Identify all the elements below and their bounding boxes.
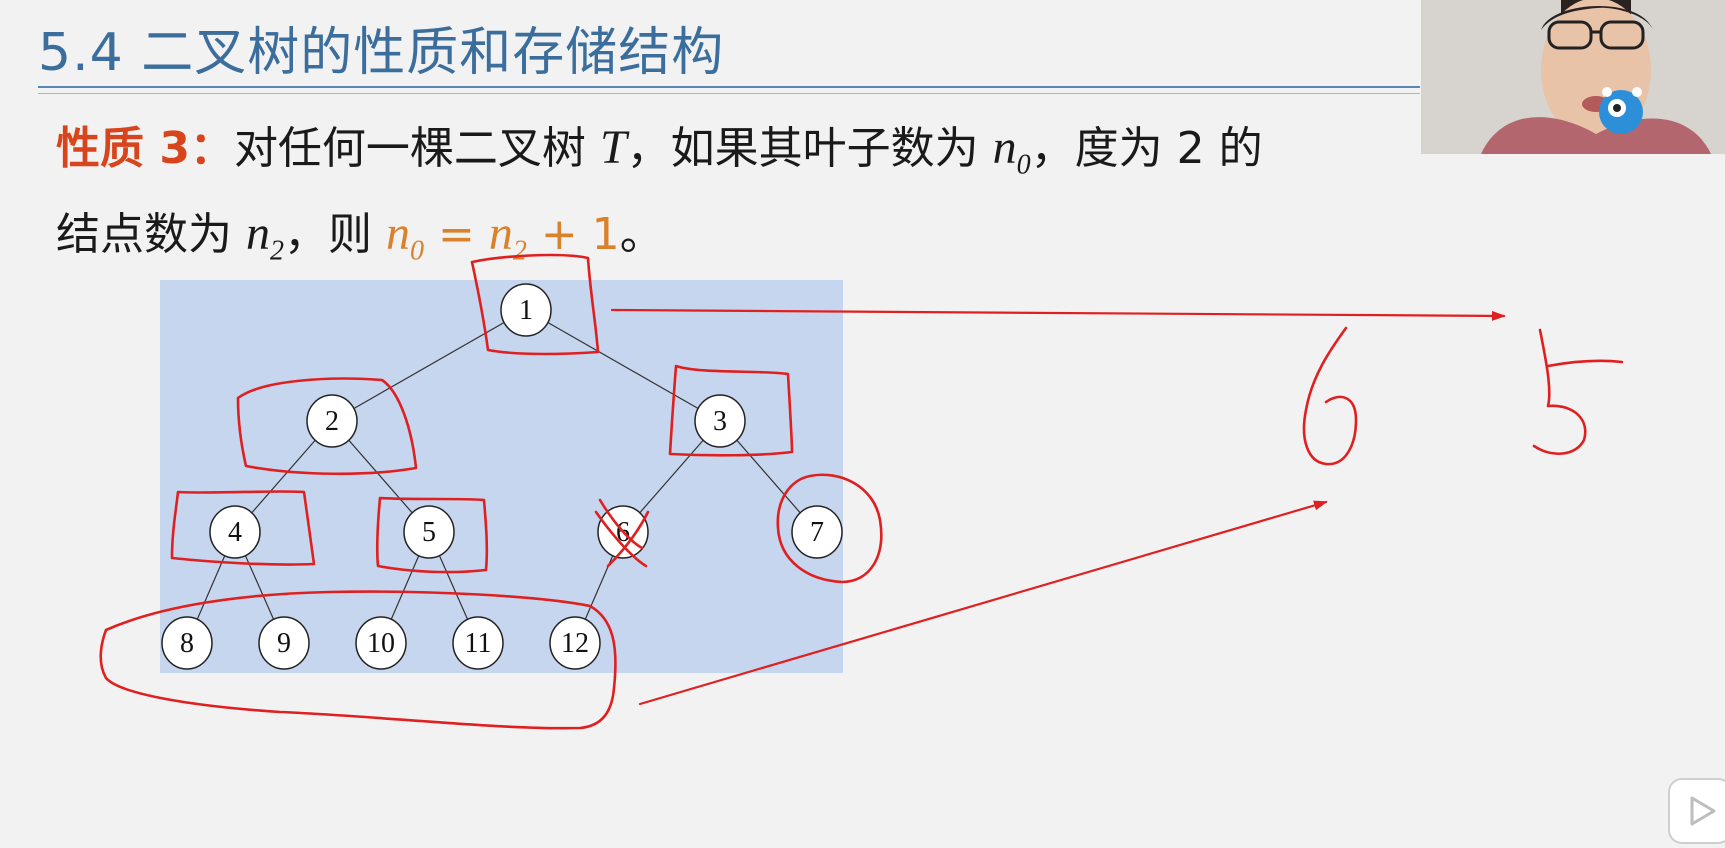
presenter-illustration [1421, 0, 1725, 154]
tree-nodes: 12 34 5 6 78 9 10 11 12 [161, 283, 843, 670]
handwritten-annotations [99, 253, 1624, 730]
tree-edge-1-2 [331, 309, 527, 422]
tree-node-label-12: 12 [561, 628, 589, 659]
tree-node-9: 9 [258, 616, 310, 670]
tree-edge-1-3 [525, 309, 721, 422]
ink-arrow-root [610, 308, 1506, 321]
tree-node-label-7: 7 [810, 517, 824, 548]
ink-arrow-leaves [638, 500, 1328, 706]
tree-node-10: 10 [355, 616, 407, 670]
tree-node-11: 11 [452, 616, 504, 670]
tree-node-12: 12 [549, 616, 601, 670]
play-button[interactable] [1668, 778, 1725, 844]
play-icon [1690, 796, 1716, 826]
tree-node-label-5: 5 [422, 517, 436, 548]
tree-node-1: 1 [500, 283, 552, 337]
tree-node-4: 4 [209, 505, 261, 559]
tree-node-label-3: 3 [713, 406, 727, 437]
tree-node-label-4: 4 [228, 517, 242, 548]
webcam-feed [1421, 0, 1725, 154]
tree-node-label-11: 11 [465, 628, 492, 659]
ink-digit-6 [1302, 326, 1358, 466]
tree-node-label-9: 9 [277, 628, 291, 659]
tree-node-label-2: 2 [325, 406, 339, 437]
tree-node-7: 7 [791, 505, 843, 559]
tree-node-3: 3 [694, 394, 746, 448]
ink-digit-5 [1532, 328, 1624, 455]
tree-node-8: 8 [161, 616, 213, 670]
tree-node-5: 5 [403, 505, 455, 559]
tree-node-label-1: 1 [519, 295, 533, 326]
tree-node-2: 2 [306, 394, 358, 448]
tree-node-label-10: 10 [367, 628, 395, 659]
mascot-icon [1599, 87, 1643, 134]
tree-node-label-8: 8 [180, 628, 194, 659]
